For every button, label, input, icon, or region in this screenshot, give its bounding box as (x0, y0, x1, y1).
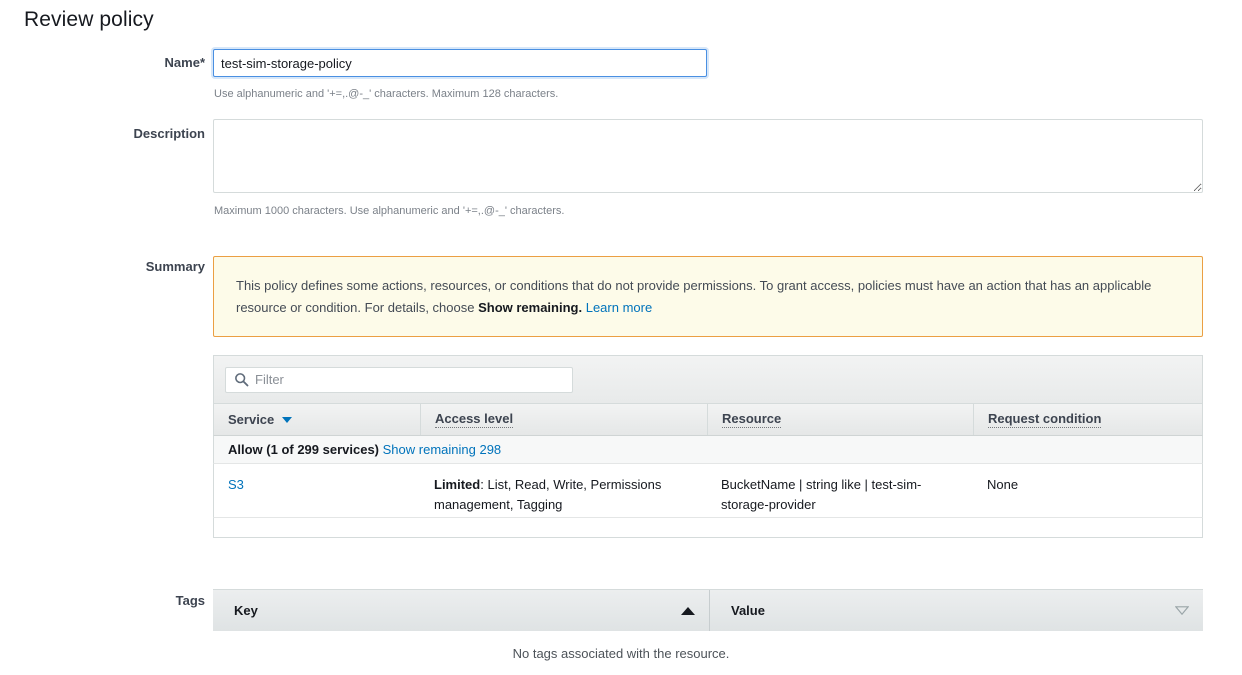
sort-ascending-icon (681, 606, 695, 615)
learn-more-link[interactable]: Learn more (586, 300, 652, 315)
group-row-label: Allow (1 of 299 services) (228, 442, 380, 457)
filter-input[interactable] (225, 366, 573, 393)
column-header-resource-label: Resource (722, 411, 782, 428)
policy-name-input[interactable] (213, 49, 707, 77)
filter-input-wrap (225, 366, 573, 393)
tags-empty-message: No tags associated with the resource. (512, 646, 730, 661)
column-header-resource[interactable]: Resource (707, 404, 973, 435)
summary-table-footer (213, 518, 1203, 538)
summary-label: Summary (145, 259, 205, 274)
alert-message-text: This policy defines some actions, resour… (236, 278, 1152, 315)
policy-description-textarea[interactable] (213, 119, 1203, 193)
column-header-access-level-label: Access level (435, 411, 514, 428)
summary-table-header-row: Service Access level Resource Request co… (213, 403, 1203, 436)
cell-service: S3 (214, 475, 420, 517)
tags-table: Key Value (213, 589, 1203, 631)
column-header-access-level[interactable]: Access level (420, 404, 707, 435)
alert-bold-text: Show remaining. (478, 300, 583, 315)
column-header-service-label: Service (228, 412, 275, 427)
access-level-prefix: Limited (434, 477, 481, 492)
page-title: Review policy (24, 8, 154, 31)
column-header-key-label: Key (234, 603, 258, 618)
show-remaining-link[interactable]: Show remaining 298 (383, 442, 502, 457)
table-row: S3 Limited: List, Read, Write, Permissio… (213, 464, 1203, 518)
description-label: Description (133, 126, 205, 141)
column-header-value-label: Value (731, 603, 765, 618)
name-label: Name* (164, 55, 205, 70)
permissions-summary-table: Service Access level Resource Request co… (213, 355, 1203, 538)
table-group-row-allow: Allow (1 of 299 services) Show remaining… (213, 436, 1203, 464)
column-header-key[interactable]: Key (213, 590, 710, 631)
column-header-request-condition[interactable]: Request condition (973, 404, 1202, 435)
sort-descending-icon (1175, 606, 1189, 615)
cell-access-level: Limited: List, Read, Write, Permissions … (420, 475, 707, 517)
tags-table-header-row: Key Value (213, 589, 1203, 631)
name-hint: Use alphanumeric and '+=,.@-_' character… (214, 88, 559, 100)
chevron-down-icon (282, 416, 293, 423)
cell-request-condition: None (987, 477, 1019, 492)
table-filter-bar (213, 355, 1203, 403)
summary-warning-alert: This policy defines some actions, resour… (213, 256, 1203, 337)
cell-resource: BucketName | string like | test-sim-stor… (721, 477, 922, 512)
column-header-value[interactable]: Value (710, 590, 1203, 631)
column-header-request-condition-label: Request condition (988, 411, 1102, 428)
tags-label: Tags (175, 593, 205, 608)
service-link-s3[interactable]: S3 (228, 477, 244, 492)
column-header-service[interactable]: Service (214, 404, 420, 435)
alert-message: This policy defines some actions, resour… (236, 275, 1184, 319)
description-hint: Maximum 1000 characters. Use alphanumeri… (214, 205, 565, 217)
